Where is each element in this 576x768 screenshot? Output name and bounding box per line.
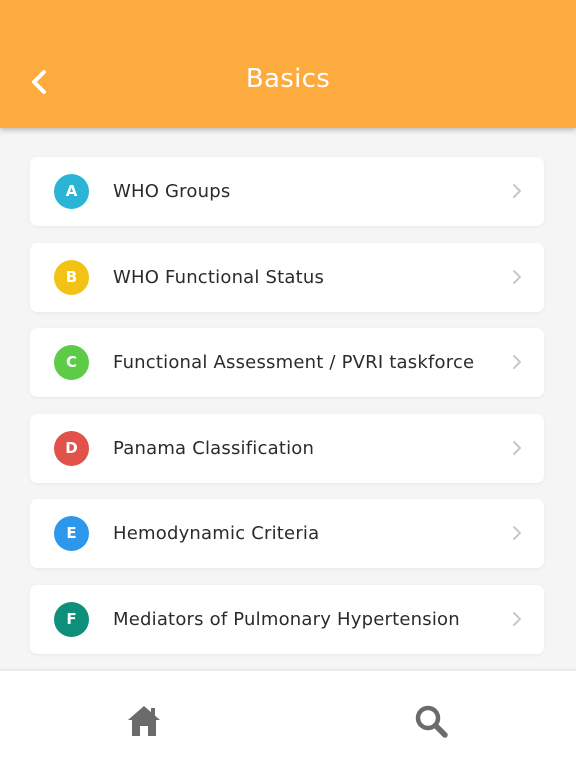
list-item-label: WHO Functional Status bbox=[113, 266, 325, 288]
top-app-bar: Basics bbox=[0, 0, 576, 128]
letter-badge: F bbox=[54, 601, 89, 637]
chevron-right-icon bbox=[513, 611, 521, 626]
list-item-panama-classification[interactable]: D Panama Classification bbox=[30, 413, 544, 483]
list-item-label: Panama Classification bbox=[113, 437, 315, 459]
letter-badge: E bbox=[54, 516, 89, 551]
search-tab-button[interactable] bbox=[412, 703, 450, 739]
chevron-right-icon bbox=[513, 526, 521, 540]
topic-list: A WHO Groups B WHO Functional Status C F… bbox=[30, 157, 544, 670]
list-item-label: WHO Groups bbox=[113, 181, 231, 202]
home-tab-button[interactable] bbox=[125, 703, 163, 739]
list-item-label: Hemodynamic Criteria bbox=[113, 523, 320, 544]
page-title: Basics bbox=[245, 64, 331, 94]
chevron-right-icon bbox=[513, 355, 521, 369]
letter-badge: B bbox=[54, 259, 89, 295]
letter-badge: C bbox=[54, 345, 89, 380]
list-item-who-functional-status[interactable]: B WHO Functional Status bbox=[30, 242, 544, 312]
home-icon bbox=[128, 706, 160, 736]
search-icon bbox=[415, 705, 448, 738]
chevron-right-icon bbox=[513, 184, 521, 198]
list-item-label: Functional Assessment / PVRI taskforce bbox=[113, 352, 475, 373]
list-item-mediators[interactable]: F Mediators of Pulmonary Hypertension bbox=[30, 584, 544, 654]
list-item-hemodynamic-criteria[interactable]: E Hemodynamic Criteria bbox=[30, 499, 544, 568]
chevron-right-icon bbox=[513, 269, 521, 284]
chevron-right-icon bbox=[513, 440, 521, 455]
letter-badge: A bbox=[54, 174, 89, 209]
app-screen: Basics A WHO Groups B WHO Functional Sta… bbox=[0, 0, 576, 768]
bottom-navigation bbox=[0, 671, 576, 768]
list-item-functional-assessment[interactable]: C Functional Assessment / PVRI taskforce bbox=[30, 328, 544, 397]
list-item-label: Mediators of Pulmonary Hypertension bbox=[113, 608, 460, 630]
letter-badge: D bbox=[54, 430, 89, 466]
list-item-who-groups[interactable]: A WHO Groups bbox=[30, 157, 544, 226]
